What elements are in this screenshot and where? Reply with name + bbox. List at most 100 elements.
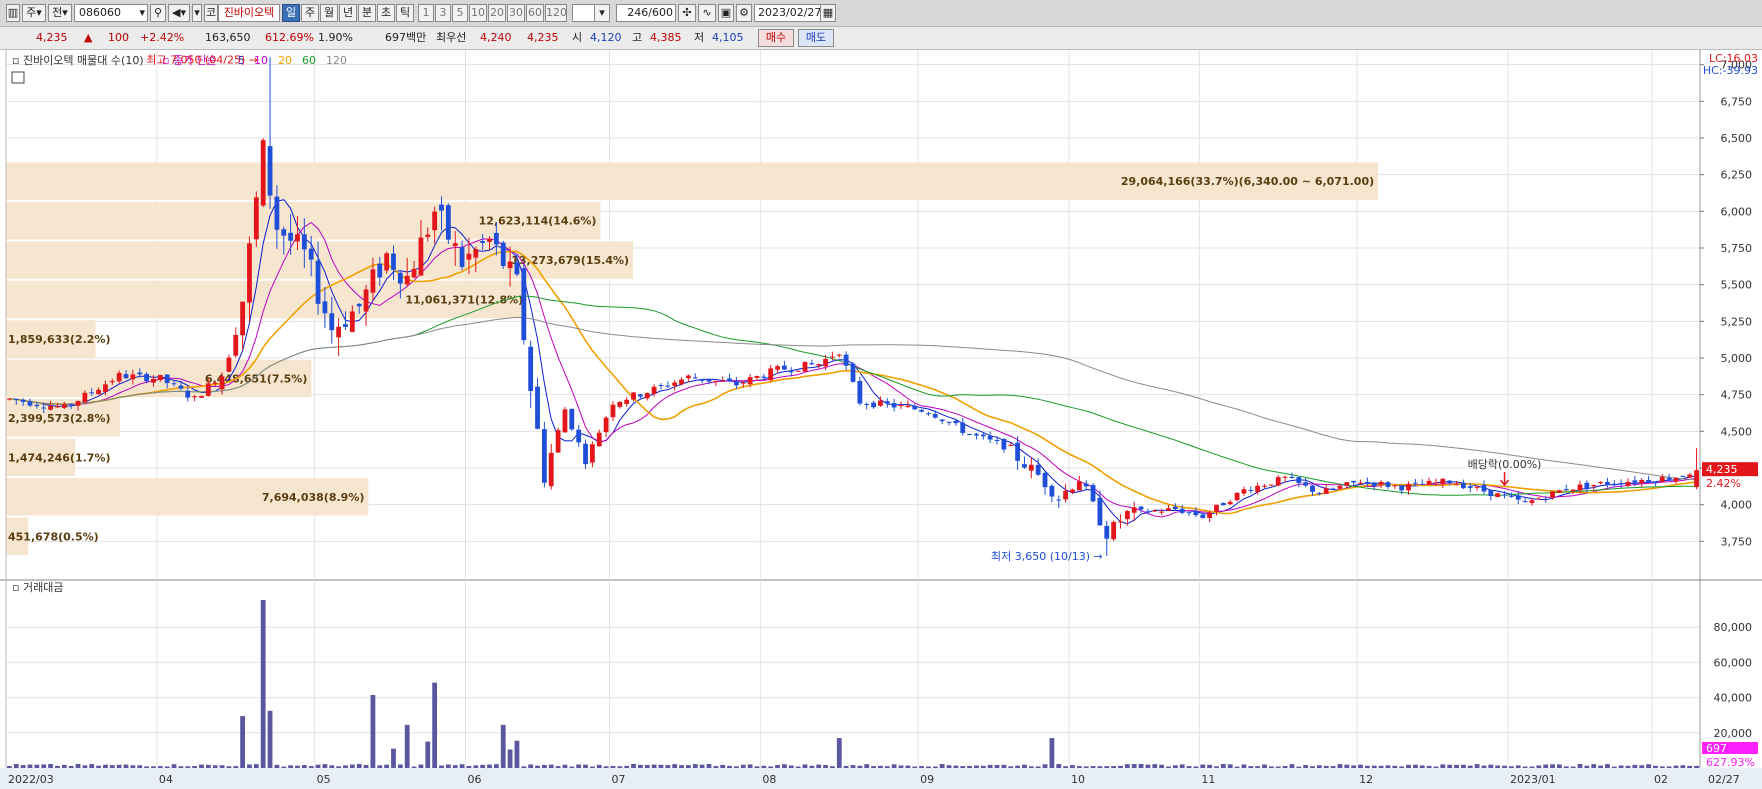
candle-body <box>1543 498 1549 500</box>
open-label: 시 <box>572 31 583 44</box>
volume-bar <box>41 764 47 768</box>
y-tick-label-12: 6,750 <box>1721 95 1753 108</box>
candle-body <box>1666 477 1672 480</box>
volume-bar <box>754 766 760 768</box>
period-tab-1[interactable]: 주 <box>301 4 319 22</box>
interval-tab-120[interactable]: 120 <box>545 4 567 22</box>
interval-tab-5[interactable]: 5 <box>452 4 468 22</box>
volume-bar <box>589 766 595 768</box>
volume-bar <box>1522 766 1528 768</box>
save-icon[interactable]: ▣ <box>718 4 734 22</box>
candle-body <box>20 399 26 402</box>
candle-body <box>802 361 808 372</box>
volume-bar <box>1118 765 1123 768</box>
chart-area: 29,064,166(33.7%)(6,340.00 ~ 6,071.00) 12… <box>0 50 1762 789</box>
candle-body <box>1022 464 1027 468</box>
volume-bar <box>109 765 115 768</box>
buy-button[interactable]: 매수 <box>758 29 794 47</box>
volume-bar <box>199 764 204 768</box>
sell-button[interactable]: 매도 <box>798 29 834 47</box>
profile-label-7: 1,474,246(1.7%) <box>8 451 111 464</box>
candle-body <box>905 405 911 408</box>
period-tab-0[interactable]: 일 <box>282 4 300 22</box>
candle-body <box>1454 484 1459 486</box>
candle-body <box>1406 484 1411 491</box>
candle-body <box>679 379 684 385</box>
volume-bar <box>315 764 321 768</box>
volume-bar <box>1090 766 1096 768</box>
period-tab-3[interactable]: 년 <box>339 4 357 22</box>
candle-body <box>1385 482 1391 487</box>
interval-tab-20[interactable]: 20 <box>488 4 506 22</box>
volume-bar <box>1385 765 1391 768</box>
mode-label: 전 <box>52 6 63 19</box>
high-price: 4,385 <box>650 31 682 44</box>
candle-body <box>1351 480 1357 483</box>
candle-body <box>1646 479 1651 483</box>
candle-body <box>1316 492 1322 494</box>
volume-bar <box>1234 766 1240 768</box>
quote-bar: 4,235 ▲ 100 +2.42% 163,650 612.69% 1.90%… <box>0 27 1762 50</box>
type-select[interactable]: 주▾ <box>22 4 46 22</box>
candle-body <box>521 268 527 341</box>
candle-body <box>1076 481 1082 491</box>
mode-select[interactable]: 전▾ <box>48 4 72 22</box>
interval-tab-10[interactable]: 10 <box>469 4 487 22</box>
search-icon[interactable]: ⚲ <box>150 4 166 22</box>
candle-body <box>1200 514 1206 518</box>
candle-body <box>1275 477 1281 486</box>
volume-bar <box>720 764 726 768</box>
crosshair-icon[interactable]: ✣ <box>678 4 696 22</box>
count-display[interactable]: 246/600 <box>616 4 676 22</box>
volume-bar <box>205 764 211 768</box>
speaker-icon[interactable]: ◀▾ <box>168 4 190 22</box>
volume-bar <box>1063 766 1069 768</box>
period-tab-5[interactable]: 초 <box>377 4 395 22</box>
period-tab-4[interactable]: 분 <box>358 4 376 22</box>
trend-icon[interactable]: ∿ <box>698 4 716 22</box>
volume-bar <box>610 766 616 768</box>
candle-body <box>843 354 849 366</box>
interval-tab-60[interactable]: 60 <box>526 4 544 22</box>
volume-bar <box>1419 765 1425 768</box>
volume-bar <box>1364 765 1370 768</box>
volume-bar <box>541 764 547 768</box>
chevron-down-icon[interactable]: ▾ <box>594 4 610 22</box>
volume-bar <box>1330 766 1336 768</box>
volume-bar <box>946 765 952 768</box>
volume-bar <box>493 764 499 768</box>
candle-body <box>164 374 170 384</box>
volume-bar <box>1454 764 1459 768</box>
layout-icon[interactable]: ▥ <box>6 4 20 22</box>
candle-body <box>967 434 972 436</box>
candle-body <box>830 356 835 358</box>
candle-body <box>713 380 719 382</box>
candle-body <box>1364 481 1370 483</box>
volume-bar <box>548 764 554 768</box>
candle-body <box>1495 493 1501 498</box>
interval-tab-1[interactable]: 1 <box>418 4 434 22</box>
gear-icon[interactable]: ⚙ <box>736 4 752 22</box>
volume-bar <box>288 765 294 768</box>
period-tab-6[interactable]: 틱 <box>396 4 414 22</box>
volume-bar <box>1008 766 1014 768</box>
period-tab-2[interactable]: 월 <box>320 4 338 22</box>
candle-body <box>253 197 259 240</box>
volume-bar <box>658 764 664 768</box>
volume-bar <box>761 765 767 768</box>
candle-body <box>761 376 767 378</box>
interval-tab-30[interactable]: 30 <box>507 4 525 22</box>
calendar-icon[interactable]: ▦ <box>820 4 836 22</box>
last-price-label: 4,235 <box>1706 463 1738 476</box>
chevron-down-icon[interactable]: ▾ <box>192 4 202 22</box>
interval-tab-3[interactable]: 3 <box>435 4 451 22</box>
candle-body <box>1460 482 1466 489</box>
code-input[interactable]: 086060 ▾ <box>74 4 148 22</box>
volume-bar <box>596 764 602 768</box>
volume-bar <box>439 765 444 768</box>
candle-body <box>267 146 273 196</box>
candle-body <box>589 444 595 463</box>
candle-body <box>1392 485 1398 487</box>
candle-body <box>487 238 492 242</box>
candle-body <box>637 394 643 397</box>
